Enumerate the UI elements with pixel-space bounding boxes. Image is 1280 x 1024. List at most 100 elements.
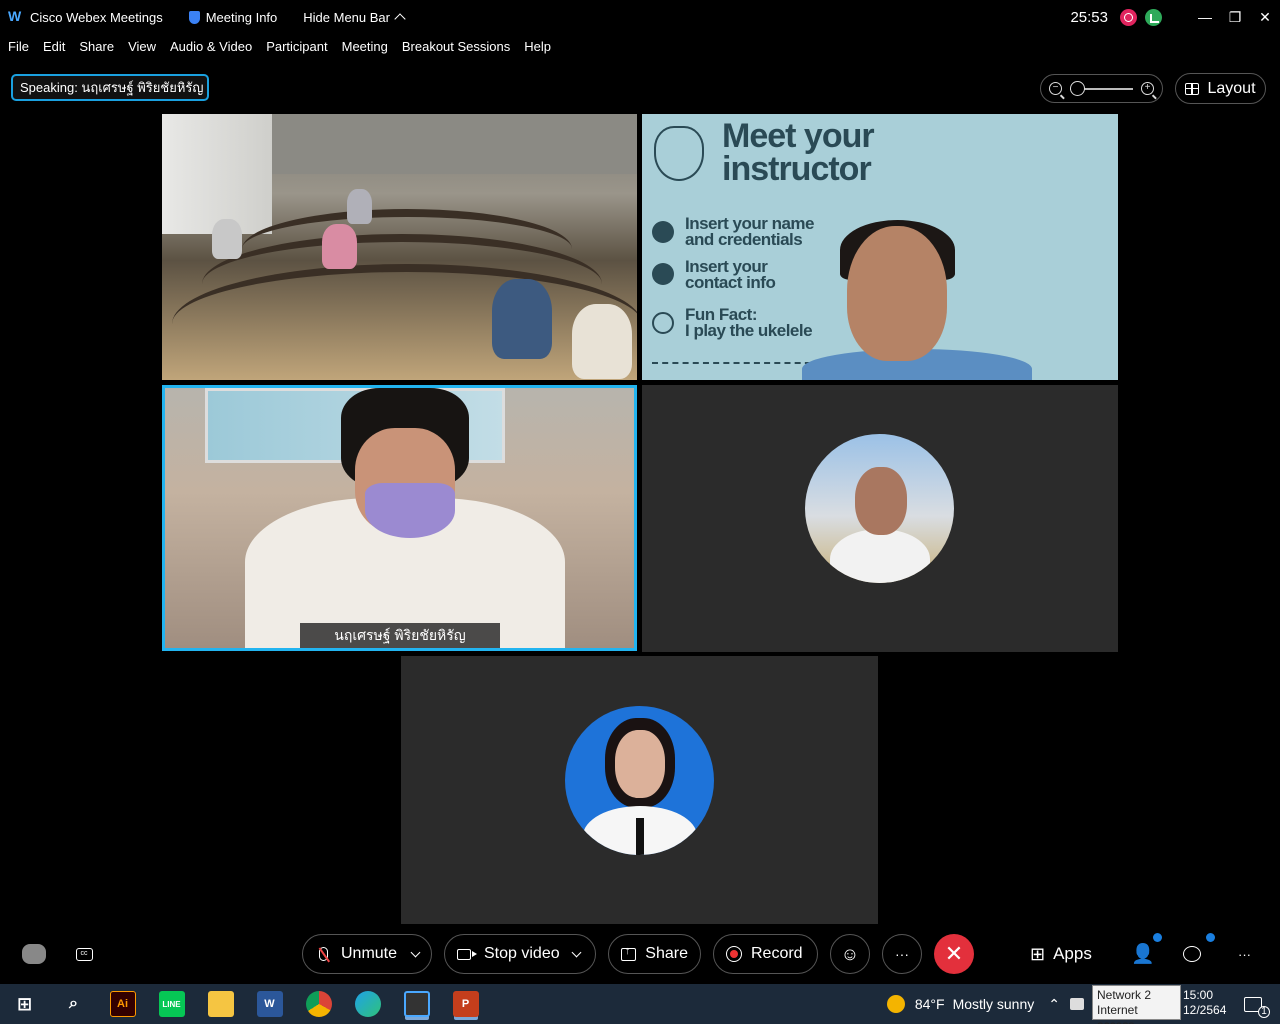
- meeting-controls: cc Unmute Stop video Share Record ☺ ··· …: [0, 924, 1280, 984]
- webex-taskbar-icon[interactable]: [403, 991, 430, 1017]
- more-options-button[interactable]: ···: [882, 934, 922, 974]
- grid-layout-icon: [1185, 82, 1200, 95]
- room-window: [162, 114, 272, 234]
- zoom-slider[interactable]: [1070, 80, 1133, 96]
- end-meeting-button[interactable]: ✕: [934, 934, 974, 974]
- microphone-muted-icon[interactable]: [319, 947, 328, 961]
- unmute-pill: Unmute: [302, 934, 432, 974]
- chevron-up-icon: [394, 13, 406, 25]
- menu-help[interactable]: Help: [524, 39, 551, 54]
- video-tile-instructor[interactable]: Meet your instructor Insert your name an…: [642, 114, 1118, 380]
- apps-button[interactable]: ⊞ Apps: [1030, 934, 1092, 974]
- notification-icon[interactable]: 1: [1244, 996, 1270, 1018]
- network-stats-icon[interactable]: [1145, 8, 1162, 26]
- edge-icon[interactable]: [354, 991, 381, 1017]
- slide-title-line2: instructor: [722, 150, 872, 188]
- meeting-info-button[interactable]: Meeting Info: [188, 10, 277, 25]
- reactions-button[interactable]: ☺: [830, 934, 870, 974]
- menu-share[interactable]: Share: [79, 39, 114, 54]
- menu-edit[interactable]: Edit: [43, 39, 65, 54]
- avatar-face: [615, 730, 665, 798]
- clock-date: 12/2564: [1183, 1003, 1227, 1017]
- avatar-tie: [636, 818, 644, 855]
- instructor-face: [847, 226, 947, 361]
- apps-grid-icon: ⊞: [1030, 943, 1046, 964]
- video-options-chevron-icon[interactable]: [571, 947, 582, 957]
- minimize-button[interactable]: —: [1190, 2, 1220, 32]
- chat-notification-dot: [1206, 933, 1215, 942]
- menu-meeting[interactable]: Meeting: [342, 39, 388, 54]
- zoom-out-icon[interactable]: −: [1049, 82, 1062, 95]
- menu-view[interactable]: View: [128, 39, 156, 54]
- file-explorer-icon[interactable]: [207, 991, 234, 1017]
- assistant-button[interactable]: [14, 934, 54, 974]
- unmute-button[interactable]: Unmute: [341, 945, 397, 963]
- share-screen-icon: [621, 945, 637, 961]
- share-button[interactable]: Share: [608, 934, 701, 974]
- video-pill: Stop video: [444, 934, 596, 974]
- clock-time: 15:00: [1183, 988, 1214, 1002]
- meeting-timer: 25:53: [1070, 8, 1108, 26]
- powerpoint-icon[interactable]: P: [452, 991, 479, 1017]
- windows-start-icon[interactable]: ⊞: [12, 991, 38, 1017]
- robot-icon: [22, 944, 46, 964]
- overflow-menu-button[interactable]: ···: [1238, 934, 1251, 974]
- layout-label: Layout: [1207, 79, 1256, 97]
- record-button[interactable]: Record: [713, 934, 818, 974]
- speaking-indicator: Speaking: นฤเศรษฐ์ พิริยชัยหิรัญ: [11, 74, 209, 101]
- weather-sun-icon[interactable]: [886, 995, 905, 1013]
- menu-file[interactable]: File: [8, 39, 29, 54]
- windows-taskbar: ⊞ ⌕ Ai LINE W P 84°F Mostly sunny ⌃ 1: [0, 984, 1280, 1024]
- stop-video-button[interactable]: Stop video: [484, 945, 560, 963]
- search-icon[interactable]: ⌕: [61, 991, 87, 1017]
- guitar-icon: [652, 312, 674, 334]
- close-window-button[interactable]: ✕: [1250, 2, 1280, 32]
- hide-menu-label: Hide Menu Bar: [303, 9, 390, 25]
- line-app-icon[interactable]: LINE: [158, 991, 185, 1017]
- camera-icon[interactable]: [457, 948, 477, 960]
- room-ceiling: [272, 114, 637, 174]
- word-icon[interactable]: W: [256, 991, 283, 1017]
- weather-temperature[interactable]: 84°F: [915, 996, 945, 1012]
- zoom-slider-thumb[interactable]: [1070, 80, 1085, 96]
- weather-description[interactable]: Mostly sunny: [953, 996, 1035, 1012]
- menu-participant[interactable]: Participant: [266, 39, 327, 54]
- hide-menu-bar-button[interactable]: Hide Menu Bar: [303, 9, 406, 25]
- video-tile-active-speaker[interactable]: นฤเศรษฐ์ พิริยชัยหิรัญ: [162, 385, 637, 651]
- record-label: Record: [751, 945, 803, 962]
- system-clock[interactable]: 15:00 12/2564: [1183, 988, 1226, 1018]
- avatar: [805, 434, 954, 583]
- audio-options-chevron-icon[interactable]: [410, 947, 421, 957]
- record-icon: [726, 946, 742, 962]
- participants-button[interactable]: 👤: [1131, 934, 1155, 974]
- notification-count: 1: [1258, 1005, 1270, 1018]
- zoom-in-icon[interactable]: +: [1141, 82, 1154, 95]
- video-tile-participant-avatar[interactable]: [401, 656, 878, 924]
- video-tile-conference-room[interactable]: [162, 114, 637, 380]
- network-tooltip: Network 2 Internet access: [1092, 985, 1181, 1024]
- restore-button[interactable]: ❐: [1220, 2, 1250, 32]
- illustrator-icon[interactable]: Ai: [109, 991, 136, 1017]
- tray-app-icon[interactable]: [1070, 998, 1084, 1010]
- app-name: Cisco Webex Meetings: [30, 9, 163, 25]
- menu-breakout-sessions[interactable]: Breakout Sessions: [402, 39, 510, 54]
- layout-button[interactable]: Layout: [1175, 73, 1266, 104]
- recording-indicator-icon[interactable]: [1120, 8, 1137, 26]
- waving-hand-icon: [654, 126, 704, 181]
- slide-line-funfact: Fun Fact: I play the ukelele: [685, 306, 813, 339]
- speaker-name-tag: นฤเศรษฐ์ พิริยชัยหิรัญ: [300, 623, 500, 648]
- captions-button[interactable]: cc: [64, 934, 104, 974]
- tray-chevron-up-icon[interactable]: ⌃: [1048, 996, 1060, 1013]
- mail-icon: [652, 263, 674, 285]
- share-label: Share: [645, 945, 688, 962]
- menu-audio-video[interactable]: Audio & Video: [170, 39, 252, 54]
- closed-captions-icon: cc: [75, 947, 93, 961]
- slide-line-contact: Insert your contact info: [685, 258, 776, 291]
- avatar-face: [855, 467, 907, 535]
- id-card-icon: [652, 221, 674, 243]
- room-participant: [212, 219, 242, 259]
- title-bar-right: 25:53 — ❐ ✕: [1070, 0, 1280, 34]
- chrome-icon[interactable]: [305, 991, 332, 1017]
- video-tile-participant-avatar[interactable]: [642, 385, 1118, 652]
- chat-button[interactable]: [1183, 934, 1201, 974]
